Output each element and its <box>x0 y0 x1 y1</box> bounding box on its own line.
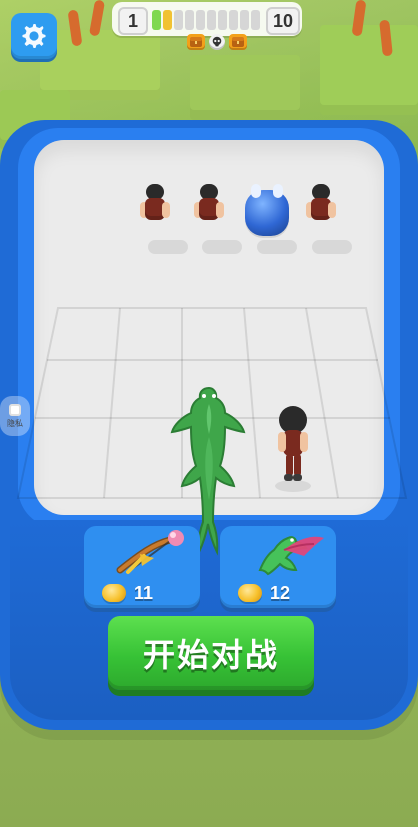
chest-icon <box>232 37 244 47</box>
milestone-badges <box>185 33 249 51</box>
level-progress-bar: 1 10 <box>112 2 302 36</box>
start-battle-label: 开始对战 <box>142 636 279 674</box>
unit-shadow <box>202 240 242 254</box>
price-row: 12 <box>238 582 290 604</box>
player-hero-unit[interactable] <box>270 402 316 492</box>
level-progress <box>152 10 262 30</box>
coin-icon <box>238 584 262 602</box>
progress-segment <box>251 10 260 30</box>
level-end: 10 <box>266 7 300 35</box>
shop-card-dragon[interactable]: 12 <box>220 526 336 608</box>
enemy-warrior <box>192 184 226 226</box>
start-battle-button[interactable]: 开始对战 <box>108 616 314 690</box>
price-value: 11 <box>134 582 154 603</box>
privacy-label: 隐私 <box>7 418 23 428</box>
bow-icon <box>116 530 184 574</box>
unit-shadow <box>257 240 297 254</box>
enemy-warrior <box>304 184 338 226</box>
terrain-block <box>190 55 300 120</box>
enemy-arm <box>328 202 336 218</box>
progress-segment <box>152 10 161 30</box>
gear-icon <box>22 24 46 48</box>
enemy-beast <box>245 184 289 236</box>
chest-icon <box>187 34 205 50</box>
enemy-arm <box>162 202 170 218</box>
chest-icon <box>229 34 247 50</box>
unit-shadow <box>312 240 352 254</box>
progress-segment <box>196 10 205 30</box>
progress-segment <box>229 10 238 30</box>
progress-segment <box>174 10 183 30</box>
settings-button[interactable] <box>11 13 57 59</box>
privacy-shortcut[interactable]: 隐私 <box>0 396 30 436</box>
price-value: 12 <box>270 582 291 603</box>
enemy-warrior <box>138 184 172 226</box>
progress-segment <box>240 10 249 30</box>
progress-segment <box>218 10 227 30</box>
progress-segment <box>163 10 172 30</box>
hero-sprite <box>275 406 311 492</box>
skull-icon <box>209 34 225 50</box>
unit-shadow <box>148 240 188 254</box>
shop-card-bow[interactable]: 11 <box>84 526 200 608</box>
dragon-icon <box>258 536 324 576</box>
chest-icon <box>190 37 202 47</box>
progress-segment <box>207 10 216 30</box>
terrain-block <box>320 25 418 115</box>
price-row: 11 <box>102 582 153 604</box>
enemy-arm <box>216 202 224 218</box>
level-start: 1 <box>118 7 148 35</box>
progress-segment <box>185 10 194 30</box>
shield-icon <box>9 403 21 416</box>
coin-icon <box>102 584 126 602</box>
skull-icon <box>212 36 222 47</box>
